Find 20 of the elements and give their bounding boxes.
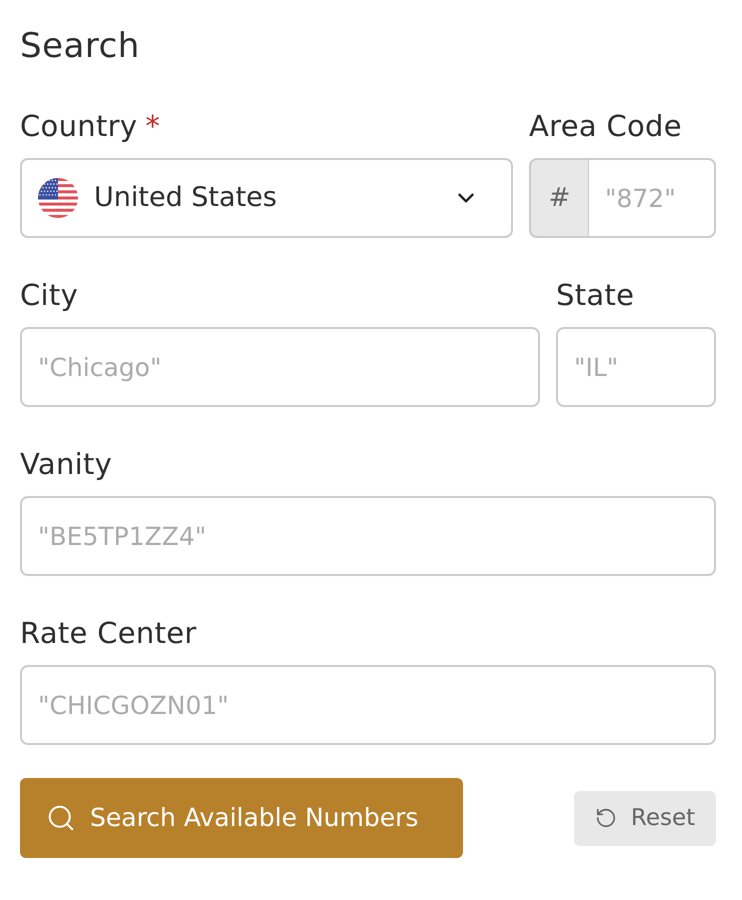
search-icon [46, 803, 76, 833]
text-field[interactable]: "CHICGOZN01" [20, 665, 716, 745]
us-flag-icon [38, 178, 78, 218]
reset-icon [594, 807, 617, 829]
text-field[interactable]: "IL" [556, 327, 716, 407]
field-label: State [556, 277, 634, 313]
field-label: Vanity [20, 446, 112, 482]
reset-button[interactable]: Reset [574, 790, 716, 846]
field-label: Area Code [529, 108, 682, 144]
country-select[interactable]: United States [20, 158, 513, 238]
field-label: City [20, 277, 78, 313]
text-field[interactable]: "BE5TP1ZZ4" [20, 496, 716, 576]
section-title: Search [20, 25, 141, 68]
hash-prefix: # [529, 158, 589, 238]
field-label: Rate Center [20, 615, 197, 651]
required-mark: * [145, 108, 160, 144]
text-field[interactable]: "Chicago" [20, 327, 540, 407]
field-label: Country [20, 108, 138, 144]
area-code-field[interactable]: "872" [589, 158, 716, 238]
search-button[interactable]: Search Available Numbers [20, 778, 463, 858]
